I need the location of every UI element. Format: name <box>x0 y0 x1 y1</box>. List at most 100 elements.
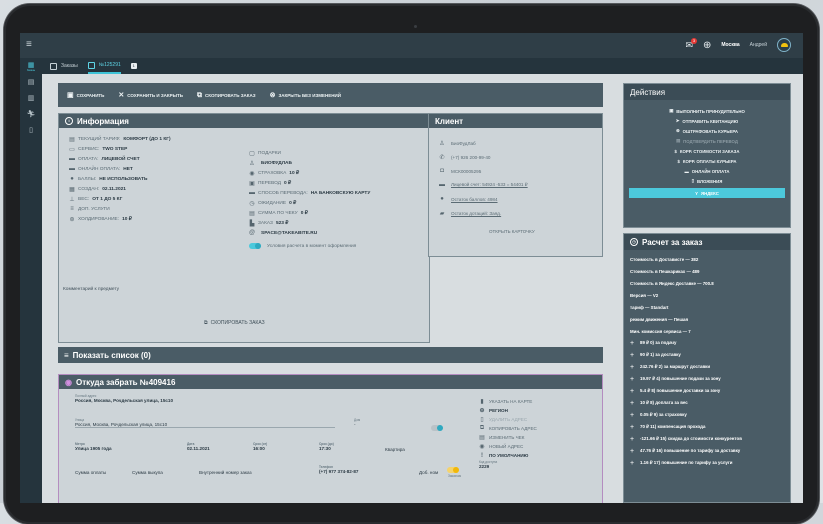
info-title: Информация <box>77 116 129 126</box>
calc-line: +5.4 ₽ 8) повышение доставки за зону <box>630 385 784 397</box>
client-account[interactable]: ▬ Лицевой счет: 54924 -533 = 54401 ₽ <box>439 178 528 192</box>
tab-label: Заказы <box>61 63 78 69</box>
info-value: TWO STEP <box>102 146 128 152</box>
action-label: ИЗМЕНИТЬ ЧЕК <box>489 435 525 440</box>
info-value: 0 ₽ <box>300 210 308 216</box>
intercom-toggle[interactable] <box>431 425 446 432</box>
attachments-button[interactable]: ▯ ВЛОЖЕНИЯ <box>692 176 723 186</box>
close-no-save-button[interactable]: ⊗ ЗАКРЫТЬ БЕЗ ИЗМЕНЕНИЙ <box>270 92 341 99</box>
menu-icon[interactable]: ≡ <box>26 40 32 50</box>
time-to-field[interactable]: Срок (до) 17:30 <box>319 442 334 451</box>
info-row-holding: ⊛ ХОЛДИРОВАНИЕ: 10 ₽ <box>69 214 171 224</box>
client-title: Клиент <box>435 116 464 126</box>
pickup-title: Откуда забрать №409416 <box>75 377 176 387</box>
coin-icon: ● <box>440 196 444 202</box>
info-value: 02.11.2021 <box>102 186 126 192</box>
location-icon[interactable]: ⊕ <box>703 40 711 51</box>
rail-item-list[interactable]: ▤ <box>20 74 42 90</box>
online-payment-button[interactable]: ▬ ОНЛАЙН ОПЛАТА <box>684 166 729 176</box>
document-icon <box>87 61 95 69</box>
field-value: (+7) 977 374-82-87 <box>319 469 359 474</box>
tab-current-order[interactable]: №125291 <box>87 58 121 74</box>
send-receipt-button[interactable]: ➤ ОТПРАВИТЬ КВИТАНЦИЮ <box>676 116 738 126</box>
edit-receipt-button[interactable]: ▤ ИЗМЕНИТЬ ЧЕК <box>479 433 537 442</box>
delete-address-button[interactable]: ▯ УДАЛИТЬ АДРЕС <box>479 415 537 424</box>
show-list-toggle[interactable]: ≡ Показать список (0) <box>58 347 603 363</box>
account-icon: ▬ <box>439 182 445 188</box>
info-right-list: ▢ ПОДАРКИ ♙ БИОФУДЛАБ ◉ СТРАХОВКА 10 ₽ ▣ ПЕРЕ… <box>249 148 370 251</box>
tab-orders[interactable]: Заказы <box>50 58 78 74</box>
default-button[interactable]: ! ПО УМОЛЧАНИЮ <box>479 451 537 460</box>
info-value: SPACE@TAKEABITE.RU <box>261 230 318 236</box>
region-button[interactable]: ⊕ РЕГИОН <box>479 406 537 415</box>
left-rail: ▦ Заказы ▤ ▥ 🏃︎ ▯ <box>20 58 42 503</box>
calc-line-text: 1.16 ₽ 17) повышение по тарифу за услуги <box>640 460 733 465</box>
force-complete-button[interactable]: ▣ ВЫПОЛНИТЬ ПРИНУДИТЕЛЬНО <box>669 106 745 116</box>
info-row-created: ▦ СОЗДАН: 02.11.2021 <box>69 184 171 194</box>
house-field[interactable]: Дом - <box>354 418 424 427</box>
client-subsidies[interactable]: ▰ Остаток дотаций: Заяд. <box>439 206 528 220</box>
tab-extra[interactable]: 1 <box>130 58 137 74</box>
open-client-card-button[interactable]: ОТКРЫТЬ КАРТОЧКУ <box>489 229 535 234</box>
pay-sum-field[interactable]: Сумма оплаты <box>75 470 106 475</box>
customer-toggle[interactable]: Заказчик <box>447 467 462 478</box>
cart-icon: ▙ <box>249 220 255 227</box>
metro-field[interactable]: Метро Улица 1905 года <box>75 442 112 451</box>
rail-item-dashboard[interactable]: ▦ Заказы <box>20 58 42 74</box>
phone-field[interactable]: Телефон (+7) 977 374-82-87 <box>319 465 358 474</box>
save-button[interactable]: ▣ СОХРАНИТЬ <box>67 92 104 99</box>
attachment-icon: ▯ <box>691 178 695 183</box>
pickup-panel: ◉ Откуда забрать №409416 Полный адрес Росс… <box>58 374 603 503</box>
avatar[interactable] <box>777 38 791 52</box>
calc-conditions-toggle[interactable] <box>249 243 261 249</box>
client-phone[interactable]: ✆ (+7) 926 200-99-40 <box>439 150 528 164</box>
action-label: НОВЫЙ АДРЕС <box>489 444 524 449</box>
street-field[interactable]: Улица Россия, Москва, Рочдельская улица, … <box>75 418 335 428</box>
field-value: - <box>354 422 356 427</box>
point-on-map-button[interactable]: ▮ УКАЗАТЬ НА КАРТЕ <box>479 397 537 406</box>
fine-courier-button[interactable]: ⊗ ОШТРАФОВАТЬ КУРЬЕРА <box>676 126 738 136</box>
actions-list: ▣ ВЫПОЛНИТЬ ПРИНУДИТЕЛЬНО ➤ ОТПРАВИТЬ КВИТ… <box>624 106 790 198</box>
field-value: Сумма выкупа <box>132 470 163 475</box>
city-select[interactable]: Москва <box>721 42 739 48</box>
rail-item-courier[interactable]: 🏃︎ <box>20 106 42 122</box>
full-address-field[interactable]: Полный адрес Россия, Москва, Рочдельская … <box>75 394 173 403</box>
info-label: ОПЛАТА: <box>78 156 99 162</box>
flat-field[interactable]: Квартира <box>385 447 405 452</box>
rail-item-grid[interactable]: ▥ <box>20 90 42 106</box>
info-row-tariff: ▤ ТЕКУЩИЙ ТАРИФ: КОМФОРТ (ДО 1 КГ) <box>69 134 170 144</box>
location-pin-icon: ◉ <box>65 377 72 387</box>
buyout-sum-field[interactable]: Сумма выкупа <box>132 470 163 475</box>
calc-line-text: 242.76 ₽ 2) за маршрут доставки <box>640 364 711 369</box>
exclamation-icon: ! <box>481 452 483 459</box>
rail-item-book[interactable]: ▯ <box>20 122 42 138</box>
info-row-waiting: ◷ ОЖИДАНИЕ 0 ₽ <box>249 198 370 208</box>
card-icon: ▬ <box>69 166 75 172</box>
info-row-points: ● БАЛЛЫ: НЕ ИСПОЛЬЗОВАТЬ <box>69 174 171 184</box>
info-copy-order-button[interactable]: ⧉ СКОПИРОВАТЬ ЗАКАЗ <box>204 320 265 326</box>
new-address-button[interactable]: ◉ НОВЫЙ АДРЕС <box>479 442 537 451</box>
info-value: 10 ₽ <box>122 216 132 222</box>
copy-address-button[interactable]: ⧉ КОПИРОВАТЬ АДРЕС <box>479 424 537 433</box>
save-close-button[interactable]: ✕ СОХРАНИТЬ И ЗАКРЫТЬ <box>118 92 183 99</box>
client-points[interactable]: ● Остаток баллов: 4984 <box>439 192 528 206</box>
internal-number-field[interactable]: Внутренний номер заказ <box>199 470 252 475</box>
pickup-panel-header: ◉ Откуда забрать №409416 <box>59 375 602 389</box>
date-field[interactable]: Дата 02.11.2021 <box>187 442 210 451</box>
confirm-transfer-button[interactable]: ▤ ПОДТВЕРДИТЬ ПЕРЕВОД <box>676 136 738 146</box>
client-list: ♙ БиоФудЛаб ✆ (+7) 926 200-99-40 ◘ МСК00005… <box>439 136 528 220</box>
calc-line-text: 89 ₽ 0) за подачу <box>640 340 677 345</box>
item-comment-label[interactable]: Комментарий к предмету <box>63 287 119 292</box>
correct-courier-pay-button[interactable]: $ КОРР. ОПЛАТЫ КУРЬЕРА <box>677 156 736 166</box>
yandex-button[interactable]: Y ЯНДЕКС <box>629 188 785 198</box>
calc-conditions-label: Условия расчета в момент оформления <box>267 243 357 249</box>
ext-field[interactable]: Доб. ном <box>419 470 438 475</box>
correct-order-cost-button[interactable]: $ КОРР. СТОИМОСТИ ЗАКАЗА <box>675 146 740 156</box>
dashboard-icon: ▦ <box>27 61 35 69</box>
copy-order-button[interactable]: ⧉ СКОПИРОВАТЬ ЗАКАЗ <box>197 92 256 99</box>
time-from-field[interactable]: Срок (от) 16:00 <box>253 442 267 451</box>
gate-code-field[interactable]: Код доступа 2229 <box>479 460 537 469</box>
user-name[interactable]: Андрей <box>750 42 767 48</box>
grid-icon: ▥ <box>27 95 35 102</box>
notifications-icon[interactable]: ✉ 3 <box>685 37 697 51</box>
